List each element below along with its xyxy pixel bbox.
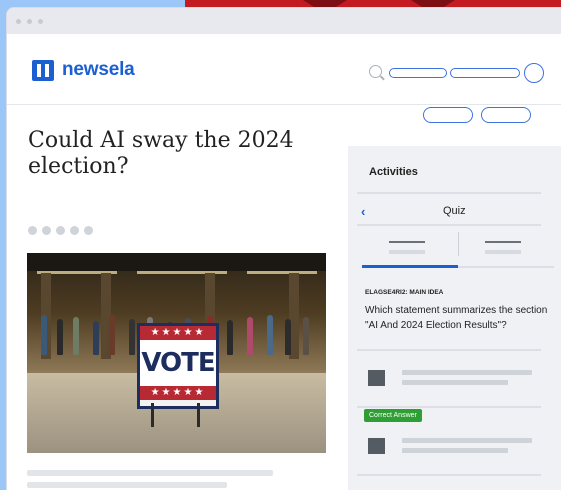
toolbar-pill-button[interactable] [423,107,473,123]
panel-divider [357,192,541,194]
vote-sign: ★★★★★ VOTE ★★★★★ [137,323,219,409]
article-photo: ★★★★★ VOTE ★★★★★ [27,253,326,453]
panel-divider [357,406,541,408]
answer-option-text-placeholder [402,438,532,443]
answer-option-marker[interactable] [368,438,385,454]
tab-one-placeholder[interactable] [389,241,425,243]
answer-option-text-placeholder [402,380,508,385]
window-dot [38,18,43,24]
photo-person [109,315,115,355]
photo-person [227,320,233,355]
tab-two-sub [485,250,521,254]
photo-person [57,319,63,355]
brand-name: newsela [62,59,135,80]
sign-leg [151,403,154,427]
article-title: Could AI sway the 2024 election? [28,128,294,179]
photo-person [129,319,135,355]
answer-option-marker[interactable] [368,370,385,386]
photo-person [73,317,79,355]
photo-person [303,317,309,355]
panel-divider [357,474,541,476]
tab-divider [458,232,459,256]
photo-person [267,315,273,355]
sign-stars-top: ★★★★★ [140,326,216,340]
meta-dot [84,226,93,235]
article-meta-placeholder [28,226,93,235]
panel-divider [357,349,541,351]
meta-dot [56,226,65,235]
sign-leg [197,403,200,427]
article-text-placeholder [27,470,273,476]
tab-one-sub [389,250,425,254]
avatar-icon[interactable] [524,63,544,83]
tab-inactive-indicator [458,266,554,268]
meta-dot [70,226,79,235]
photo-person [285,319,291,355]
back-chevron-icon[interactable]: ‹ [361,204,365,219]
meta-dot [28,226,37,235]
header-tools [369,63,544,83]
quiz-question: Which statement summarizes the section "… [365,305,548,331]
answer-option-text-placeholder [402,370,532,375]
sign-vote-text: VOTE [140,340,216,386]
window-dot [16,18,21,24]
quiz-standard: ELAGSE4RI2: MAIN IDEA [365,289,444,296]
newsela-logo[interactable]: newsela [32,59,135,81]
panel-title: Activities [369,166,418,178]
tab-active-indicator [362,265,458,268]
photo-person [247,317,253,355]
nav-link-placeholder[interactable] [450,68,520,78]
photo-person [41,315,47,355]
photo-canopy [27,253,326,271]
toolbar-pill-button[interactable] [481,107,531,123]
newsela-logo-icon [32,59,54,81]
photo-person [93,321,99,355]
article-text-placeholder [27,482,227,488]
search-icon[interactable] [369,65,385,81]
meta-dot [42,226,51,235]
correct-answer-badge: Correct Answer [364,409,422,422]
sign-stars-bottom: ★★★★★ [140,386,216,400]
answer-option-text-placeholder [402,448,508,453]
panel-divider [357,224,541,226]
search-input[interactable] [389,68,447,78]
photo-light [247,271,317,274]
tab-two-placeholder[interactable] [485,241,521,243]
quiz-title: Quiz [443,205,466,217]
window-titlebar [7,8,561,34]
window-dot [27,18,32,24]
